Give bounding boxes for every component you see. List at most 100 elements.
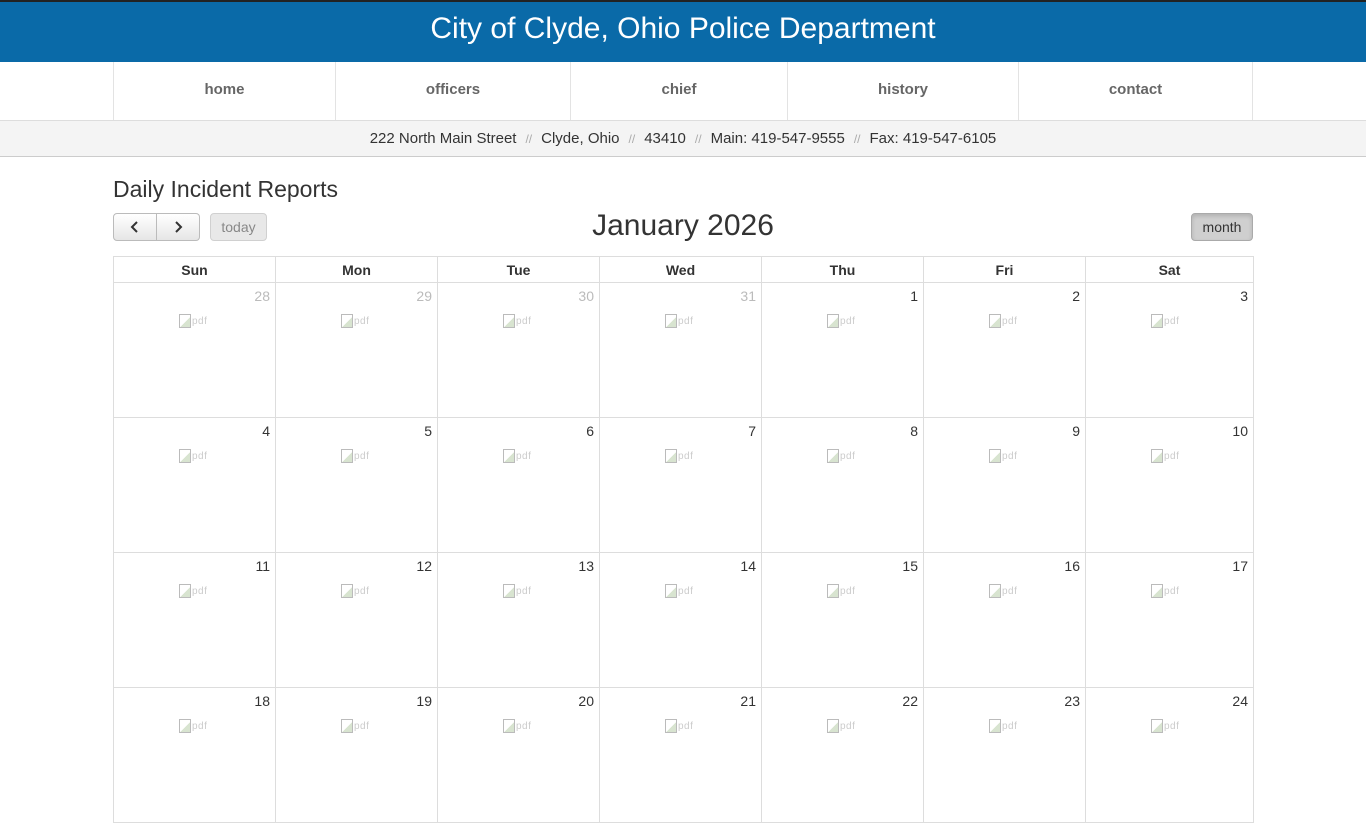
day-cell[interactable]: 13 pdf: [437, 552, 600, 688]
pdf-alt-text: pdf: [192, 450, 208, 462]
incident-report-link[interactable]: pdf: [179, 718, 213, 734]
broken-image-icon: [1151, 719, 1163, 733]
today-button[interactable]: today: [210, 213, 267, 241]
calendar-nav-group: [113, 213, 200, 241]
day-cell[interactable]: 28 pdf: [113, 282, 276, 418]
chevron-right-icon: [175, 221, 183, 233]
day-cell[interactable]: 1 pdf: [761, 282, 924, 418]
broken-image-icon: [179, 449, 191, 463]
pdf-alt-text: pdf: [354, 450, 370, 462]
day-cell[interactable]: 11 pdf: [113, 552, 276, 688]
day-cell[interactable]: 2 pdf: [923, 282, 1086, 418]
pdf-alt-text: pdf: [1002, 585, 1018, 597]
incident-report-link[interactable]: pdf: [989, 448, 1023, 464]
nav-chief[interactable]: chief: [570, 62, 787, 120]
incident-report-link[interactable]: pdf: [1151, 313, 1185, 329]
pdf-alt-text: pdf: [516, 720, 532, 732]
day-cell[interactable]: 10 pdf: [1085, 417, 1254, 553]
broken-image-icon: [827, 584, 839, 598]
day-number: 3: [1240, 288, 1248, 304]
incident-report-link[interactable]: pdf: [1151, 718, 1185, 734]
incident-report-link[interactable]: pdf: [665, 583, 699, 599]
pdf-alt-text: pdf: [840, 720, 856, 732]
incident-report-link[interactable]: pdf: [827, 718, 861, 734]
calendar-title: January 2026: [592, 209, 774, 242]
day-cell[interactable]: 8 pdf: [761, 417, 924, 553]
nav-contact[interactable]: contact: [1018, 62, 1252, 120]
incident-report-link[interactable]: pdf: [503, 313, 537, 329]
day-cell[interactable]: 6 pdf: [437, 417, 600, 553]
day-number: 18: [254, 693, 270, 709]
incident-report-link[interactable]: pdf: [341, 448, 375, 464]
incident-report-link[interactable]: pdf: [179, 448, 213, 464]
day-cell[interactable]: 12 pdf: [275, 552, 438, 688]
day-cell[interactable]: 22 pdf: [761, 687, 924, 823]
day-cell[interactable]: 19 pdf: [275, 687, 438, 823]
weekday-header-row: Sun Mon Tue Wed Thu Fri Sat: [113, 256, 1254, 283]
day-cell[interactable]: 14 pdf: [599, 552, 762, 688]
day-number: 28: [254, 288, 270, 304]
incident-report-link[interactable]: pdf: [503, 448, 537, 464]
prev-month-button[interactable]: [113, 213, 157, 241]
day-number: 23: [1064, 693, 1080, 709]
day-cell[interactable]: 3 pdf: [1085, 282, 1254, 418]
incident-report-link[interactable]: pdf: [1151, 583, 1185, 599]
day-cell[interactable]: 5 pdf: [275, 417, 438, 553]
next-month-button[interactable]: [157, 213, 200, 241]
incident-report-link[interactable]: pdf: [503, 718, 537, 734]
incident-report-link[interactable]: pdf: [1151, 448, 1185, 464]
broken-image-icon: [665, 314, 677, 328]
broken-image-icon: [503, 719, 515, 733]
nav-home[interactable]: home: [113, 62, 335, 120]
incident-report-link[interactable]: pdf: [179, 583, 213, 599]
day-cell[interactable]: 7 pdf: [599, 417, 762, 553]
incident-report-link[interactable]: pdf: [665, 448, 699, 464]
day-cell[interactable]: 21 pdf: [599, 687, 762, 823]
pdf-alt-text: pdf: [840, 315, 856, 327]
incident-report-link[interactable]: pdf: [179, 313, 213, 329]
incident-report-link[interactable]: pdf: [827, 583, 861, 599]
page-title: Daily Incident Reports: [113, 176, 338, 202]
incident-report-link[interactable]: pdf: [665, 313, 699, 329]
day-cell[interactable]: 30 pdf: [437, 282, 600, 418]
nav-divider: [1252, 62, 1253, 120]
day-cell[interactable]: 16 pdf: [923, 552, 1086, 688]
day-cell[interactable]: 4 pdf: [113, 417, 276, 553]
incident-report-link[interactable]: pdf: [827, 313, 861, 329]
day-cell[interactable]: 18 pdf: [113, 687, 276, 823]
weekday-header: Sun: [113, 256, 276, 283]
pdf-alt-text: pdf: [1002, 450, 1018, 462]
day-number: 13: [578, 558, 594, 574]
nav-officers[interactable]: officers: [335, 62, 570, 120]
incident-report-link[interactable]: pdf: [989, 583, 1023, 599]
day-cell[interactable]: 31 pdf: [599, 282, 762, 418]
day-cell[interactable]: 15 pdf: [761, 552, 924, 688]
incident-report-link[interactable]: pdf: [989, 313, 1023, 329]
broken-image-icon: [503, 449, 515, 463]
pdf-alt-text: pdf: [1164, 720, 1180, 732]
broken-image-icon: [503, 584, 515, 598]
incident-report-link[interactable]: pdf: [341, 313, 375, 329]
day-cell[interactable]: 20 pdf: [437, 687, 600, 823]
broken-image-icon: [827, 314, 839, 328]
month-view-button[interactable]: month: [1191, 213, 1253, 241]
day-cell[interactable]: 29 pdf: [275, 282, 438, 418]
incident-report-link[interactable]: pdf: [665, 718, 699, 734]
incident-report-link[interactable]: pdf: [341, 583, 375, 599]
pdf-alt-text: pdf: [678, 450, 694, 462]
day-cell[interactable]: 23 pdf: [923, 687, 1086, 823]
broken-image-icon: [341, 584, 353, 598]
pdf-alt-text: pdf: [354, 315, 370, 327]
weekday-header: Fri: [923, 256, 1086, 283]
incident-report-link[interactable]: pdf: [827, 448, 861, 464]
day-cell[interactable]: 17 pdf: [1085, 552, 1254, 688]
day-number: 10: [1232, 423, 1248, 439]
incident-report-link[interactable]: pdf: [503, 583, 537, 599]
nav-history[interactable]: history: [787, 62, 1018, 120]
broken-image-icon: [503, 314, 515, 328]
incident-report-link[interactable]: pdf: [341, 718, 375, 734]
day-cell[interactable]: 9 pdf: [923, 417, 1086, 553]
day-cell[interactable]: 24 pdf: [1085, 687, 1254, 823]
calendar-week-row: 28 pdf 29 pdf 30 pdf 31 pdf 1 pdf 2 pdf 3 pdf: [113, 282, 1254, 418]
incident-report-link[interactable]: pdf: [989, 718, 1023, 734]
